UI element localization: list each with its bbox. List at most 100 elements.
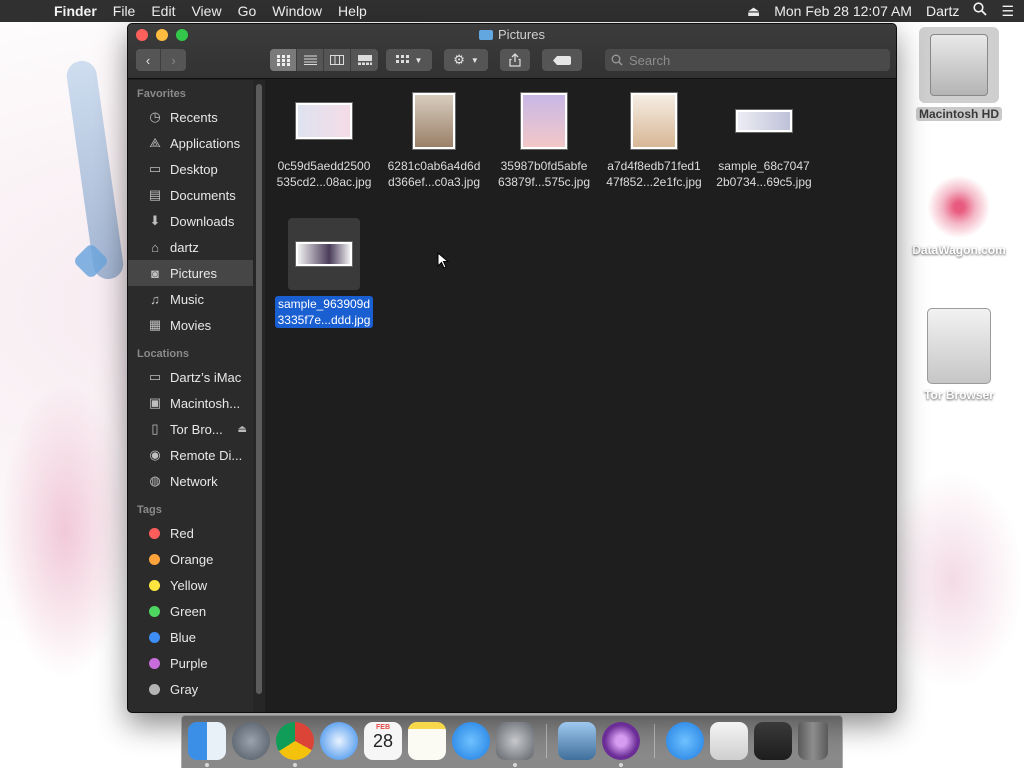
file-name[interactable]: 0c59d5aedd2500 535cd2...08ac.jpg xyxy=(269,158,379,190)
sidebar-scrollbar[interactable] xyxy=(253,80,265,712)
finder-window: Pictures ‹ › ▼ ⚙ ▼ Search Favorites ◷ Re… xyxy=(127,23,897,713)
trash-icon[interactable] xyxy=(798,722,828,760)
file-name[interactable]: sample_963909d 3335f7e...ddd.jpg xyxy=(274,296,374,328)
menubar-user[interactable]: Dartz xyxy=(926,0,959,22)
download-icon: ⬇ xyxy=(149,213,161,228)
sidebar-tag-green[interactable]: Green xyxy=(128,598,253,624)
file-item-selected[interactable]: sample_963909d 3335f7e...ddd.jpg xyxy=(269,218,379,329)
wallpaper-shape-right xyxy=(880,470,1024,690)
sidebar-item-documents[interactable]: ▤ Documents xyxy=(128,182,253,208)
icon-view-button[interactable] xyxy=(270,49,297,71)
desktop-icon-datawagon[interactable]: DataWagon.com xyxy=(904,175,1014,257)
eject-icon[interactable]: ⏏ xyxy=(238,424,247,435)
notes-icon[interactable] xyxy=(408,722,446,760)
desktop-icon-tor-browser[interactable]: Tor Browser xyxy=(904,308,1014,402)
window-title: Pictures xyxy=(128,27,896,42)
sidebar-item-remote-disc[interactable]: ◉ Remote Di... xyxy=(128,442,253,468)
notification-center-icon[interactable]: ☰ xyxy=(1001,0,1014,22)
menu-edit[interactable]: Edit xyxy=(143,0,183,22)
menu-help[interactable]: Help xyxy=(330,0,375,22)
sidebar-tag-orange[interactable]: Orange xyxy=(128,546,253,572)
spotlight-search-icon[interactable] xyxy=(973,0,988,22)
eject-icon[interactable]: ⏏ xyxy=(747,0,760,22)
sidebar-item-network[interactable]: ◍ Network xyxy=(128,468,253,494)
list-view-button[interactable] xyxy=(297,49,324,71)
desktop-icon: ▭ xyxy=(148,161,162,176)
app-menu[interactable]: Finder xyxy=(40,0,105,22)
sidebar-item-home[interactable]: ⌂ dartz xyxy=(128,234,253,260)
file-thumbnail[interactable] xyxy=(403,90,465,152)
blue-tag-dot xyxy=(149,631,160,643)
sidebar-item-pictures[interactable]: ◙ Pictures xyxy=(128,260,253,286)
group-icon xyxy=(395,55,409,63)
status-area: ⏏ Mon Feb 28 12:07 AM Dartz ☰ xyxy=(747,0,1014,22)
downloads-stack-icon[interactable] xyxy=(710,722,748,760)
sidebar-item-downloads[interactable]: ⬇ Downloads xyxy=(128,208,253,234)
file-item[interactable]: sample_68c7047 2b0734...69c5.jpg xyxy=(709,90,819,190)
file-name[interactable]: 6281c0ab6a4d6d d366ef...c0a3.jpg xyxy=(379,158,489,190)
file-item[interactable]: 6281c0ab6a4d6d d366ef...c0a3.jpg xyxy=(379,90,489,190)
finder-icon[interactable] xyxy=(188,722,226,760)
sidebar-tag-yellow[interactable]: Yellow xyxy=(128,572,253,598)
sidebar-item-movies[interactable]: ▦ Movies xyxy=(128,312,253,338)
file-item[interactable]: 35987b0fd5abfe 63879f...575c.jpg xyxy=(489,90,599,190)
app-store-icon[interactable] xyxy=(452,722,490,760)
sidebar-tag-purple[interactable]: Purple xyxy=(128,650,253,676)
file-name[interactable]: sample_68c7047 2b0734...69c5.jpg xyxy=(709,158,819,190)
search-field[interactable]: Search xyxy=(605,49,890,71)
screenshot-icon[interactable] xyxy=(754,722,792,760)
applications-folder-icon[interactable] xyxy=(666,722,704,760)
sidebar-item-music[interactable]: ♫ Music xyxy=(128,286,253,312)
menu-file[interactable]: File xyxy=(105,0,144,22)
menu-view[interactable]: View xyxy=(183,0,229,22)
file-thumbnail[interactable] xyxy=(288,218,360,290)
file-thumbnail[interactable] xyxy=(623,90,685,152)
back-button[interactable]: ‹ xyxy=(136,49,162,71)
launchpad-icon[interactable] xyxy=(232,722,270,760)
gear-icon: ⚙ xyxy=(453,52,465,67)
file-item[interactable]: a7d4f8edb71fed1 47f852...2e1fc.jpg xyxy=(599,90,709,190)
calendar-day: 28 xyxy=(372,731,394,751)
desktop-icon-macintosh-hd[interactable]: Macintosh HD xyxy=(904,27,1014,123)
action-button[interactable]: ⚙ ▼ xyxy=(444,49,488,71)
film-icon: ▦ xyxy=(148,317,162,332)
file-name[interactable]: 35987b0fd5abfe 63879f...575c.jpg xyxy=(489,158,599,190)
sidebar-tag-gray[interactable]: Gray xyxy=(128,676,253,702)
sidebar-header-favorites: Favorites xyxy=(137,88,186,100)
sidebar-tag-blue[interactable]: Blue xyxy=(128,624,253,650)
chrome-icon[interactable] xyxy=(276,722,314,760)
hard-drive-icon: ▣ xyxy=(148,395,162,410)
preview-icon[interactable] xyxy=(558,722,596,760)
clock-icon: ◷ xyxy=(149,109,161,124)
file-thumbnail[interactable] xyxy=(293,90,355,152)
yellow-tag-dot xyxy=(149,579,160,591)
disk-image-icon xyxy=(927,308,991,384)
sidebar-item-macintosh-hd[interactable]: ▣ Macintosh... xyxy=(128,390,253,416)
sidebar-item-tor-browser[interactable]: ▯ Tor Bro... ⏏ xyxy=(128,416,253,442)
safari-icon[interactable] xyxy=(320,722,358,760)
group-by-button[interactable]: ▼ xyxy=(386,49,432,71)
file-thumbnail[interactable] xyxy=(513,90,575,152)
file-name[interactable]: a7d4f8edb71fed1 47f852...2e1fc.jpg xyxy=(599,158,709,190)
system-preferences-icon[interactable] xyxy=(496,722,534,760)
gallery-view-button[interactable] xyxy=(351,49,378,71)
menu-window[interactable]: Window xyxy=(264,0,330,22)
share-button[interactable] xyxy=(500,49,530,71)
forward-button[interactable]: › xyxy=(161,49,186,71)
edit-tags-button[interactable] xyxy=(542,49,582,71)
tor-browser-icon[interactable] xyxy=(602,722,640,760)
file-item[interactable]: 0c59d5aedd2500 535cd2...08ac.jpg xyxy=(269,90,379,190)
sidebar-scroll-thumb[interactable] xyxy=(256,84,262,694)
menu-go[interactable]: Go xyxy=(230,0,265,22)
window-titlebar[interactable]: Pictures ‹ › ▼ ⚙ ▼ Search xyxy=(128,24,896,79)
running-indicator xyxy=(619,763,623,767)
sidebar-item-recents[interactable]: ◷ Recents xyxy=(128,104,253,130)
sidebar-tag-red[interactable]: Red xyxy=(128,520,253,546)
calendar-icon[interactable]: FEB 28 xyxy=(364,722,402,760)
sidebar-item-imac[interactable]: ▭ Dartz’s iMac xyxy=(128,364,253,390)
sidebar-item-desktop[interactable]: ▭ Desktop xyxy=(128,156,253,182)
sidebar-item-applications[interactable]: ⟁ Applications xyxy=(128,130,253,156)
file-thumbnail[interactable] xyxy=(733,90,795,152)
column-view-button[interactable] xyxy=(324,49,351,71)
menubar-clock[interactable]: Mon Feb 28 12:07 AM xyxy=(774,0,912,22)
